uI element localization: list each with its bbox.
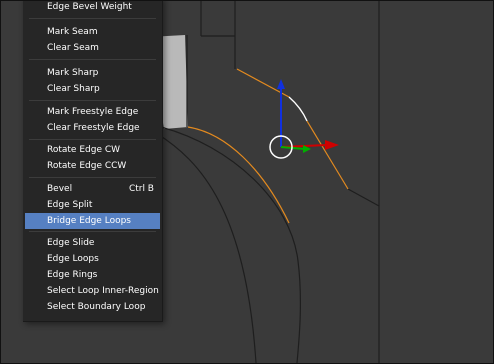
menu-item-label: Edge Slide (47, 238, 95, 248)
menu-item-clear-freestyle-edge[interactable]: Clear Freestyle Edge (25, 120, 160, 136)
menu-item-label: Select Boundary Loop (47, 302, 146, 312)
menu-item-clear-sharp[interactable]: Clear Sharp (25, 81, 160, 97)
menu-item-label: Bevel (47, 184, 73, 194)
menu-separator (29, 100, 156, 101)
menu-item-label: Edge Loops (47, 254, 99, 264)
menu-separator (29, 139, 156, 140)
menu-item-rotate-edge-ccw[interactable]: Rotate Edge CCW (25, 158, 160, 174)
menu-item-label: Mark Seam (47, 27, 98, 37)
menu-item-mark-sharp[interactable]: Mark Sharp (25, 65, 160, 81)
menu-separator (29, 231, 156, 232)
window-frame: Edge Bevel Weight Mark Seam Clear Seam M… (0, 0, 494, 364)
menu-item-label: Mark Freestyle Edge (47, 107, 139, 117)
menu-item-edge-bevel-weight[interactable]: Edge Bevel Weight (25, 1, 160, 15)
menu-separator (29, 18, 156, 19)
menu-item-label: Rotate Edge CW (47, 145, 121, 155)
menu-item-edge-split[interactable]: Edge Split (25, 197, 160, 213)
menu-item-label: Edge Split (47, 200, 93, 210)
menu-item-label: Rotate Edge CCW (47, 161, 127, 171)
menu-item-label: Bridge Edge Loops (47, 216, 131, 226)
menu-item-edge-loops[interactable]: Edge Loops (25, 251, 160, 267)
menu-item-bridge-edge-loops[interactable]: Bridge Edge Loops (25, 213, 160, 229)
menu-separator (29, 59, 156, 60)
menu-item-label: Edge Rings (47, 270, 98, 280)
menu-item-mark-freestyle-edge[interactable]: Mark Freestyle Edge (25, 104, 160, 120)
edge-context-menu: Edge Bevel Weight Mark Seam Clear Seam M… (23, 1, 163, 322)
menu-item-shortcut: Ctrl B (128, 184, 154, 194)
menu-item-bevel[interactable]: Bevel Ctrl B (25, 181, 160, 197)
menu-item-edge-rings[interactable]: Edge Rings (25, 267, 160, 283)
menu-item-label: Select Loop Inner-Region (47, 286, 159, 296)
menu-item-label: Clear Sharp (47, 84, 100, 94)
menu-item-label: Clear Seam (47, 43, 99, 53)
menu-item-select-loop-inner-region[interactable]: Select Loop Inner-Region (25, 283, 160, 299)
menu-item-mark-seam[interactable]: Mark Seam (25, 24, 160, 40)
menu-item-rotate-edge-cw[interactable]: Rotate Edge CW (25, 142, 160, 158)
menu-item-edge-slide[interactable]: Edge Slide (25, 235, 160, 251)
menu-item-clear-seam[interactable]: Clear Seam (25, 40, 160, 56)
menu-item-select-boundary-loop[interactable]: Select Boundary Loop (25, 299, 160, 315)
menu-item-label: Mark Sharp (47, 68, 99, 78)
menu-separator (29, 177, 156, 178)
menu-item-label: Edge Bevel Weight (47, 2, 132, 12)
menu-item-label: Clear Freestyle Edge (47, 123, 140, 133)
